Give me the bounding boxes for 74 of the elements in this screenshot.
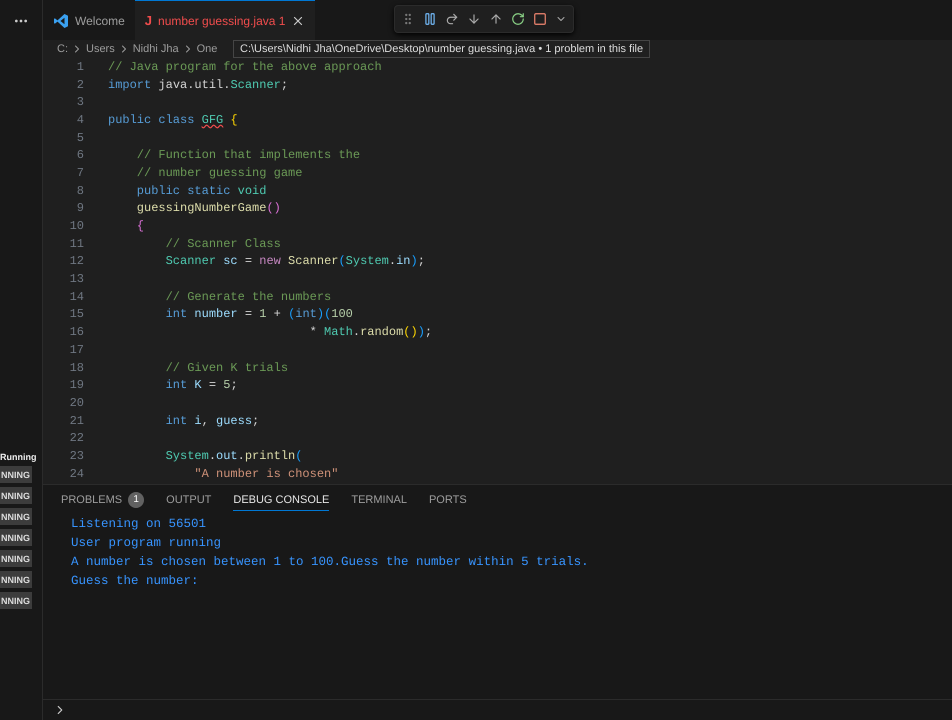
- line-number: 3: [76, 95, 84, 110]
- line-number: 10: [68, 219, 84, 234]
- console-line: Listening on 56501: [71, 517, 208, 533]
- status-badge: NNING: [0, 571, 32, 588]
- step-into-icon[interactable]: [467, 12, 481, 26]
- code-line: System.out.println(: [164, 448, 302, 463]
- code-line: import java.util.Scanner;: [108, 78, 288, 92]
- line-number: 19: [68, 378, 84, 392]
- step-out-icon[interactable]: [489, 12, 503, 26]
- status-badge: NNING: [0, 466, 32, 483]
- status-badge: NNING: [0, 508, 32, 525]
- java-file-icon: J: [144, 13, 152, 28]
- breadcrumb-item[interactable]: One: [196, 43, 218, 55]
- code-line: "A number is chosen": [193, 466, 338, 481]
- code-line: {: [136, 219, 144, 234]
- code-line: public class GFG {: [108, 112, 238, 127]
- panel-tab[interactable]: PORTS: [428, 490, 467, 510]
- status-badge: NNING: [0, 529, 32, 546]
- code-line: int i, guess;: [164, 414, 260, 428]
- code-line: // Scanner Class: [164, 236, 281, 251]
- code-line: int number = 1 + (int)(100: [164, 307, 353, 322]
- line-number: 2: [76, 78, 84, 92]
- code-line: int K = 5;: [164, 378, 238, 392]
- line-number: 13: [68, 272, 84, 286]
- breadcrumb-item[interactable]: Nidhi Jha: [132, 43, 179, 55]
- line-number: 5: [76, 130, 84, 145]
- code-line: // Generate the numbers: [164, 290, 332, 304]
- section-label: Running: [0, 452, 38, 462]
- code-line: * Math.random());: [308, 325, 432, 340]
- breadcrumb-item[interactable]: Users: [86, 43, 115, 55]
- panel-tab[interactable]: OUTPUT: [166, 490, 212, 510]
- line-number: 14: [68, 290, 84, 304]
- status-badge: NNING: [0, 550, 32, 567]
- breadcrumb-item[interactable]: C:: [57, 43, 68, 55]
- line-number: 18: [68, 360, 84, 375]
- restart-icon[interactable]: [511, 12, 525, 26]
- status-badge: NNING: [0, 592, 32, 609]
- count-badge: 1: [128, 492, 144, 508]
- line-number: 1: [76, 60, 84, 74]
- panel-tab[interactable]: DEBUG CONSOLE: [233, 490, 330, 510]
- line-number: 7: [76, 166, 84, 180]
- code-line: // Function that implements the: [136, 148, 360, 162]
- panel-tab[interactable]: PROBLEMS 1: [61, 488, 144, 512]
- line-number: 11: [68, 236, 84, 251]
- line-number: 16: [68, 325, 84, 340]
- console-line: Guess the number:: [71, 574, 200, 590]
- line-number: 24: [68, 466, 84, 481]
- line-number: 4: [76, 112, 84, 127]
- line-number: 23: [68, 448, 84, 463]
- app-logo-icon: [53, 12, 69, 28]
- tooltip: C:\Users\Nidhi Jha\OneDrive\Desktop\number guessing.java • 1 problem in this file: [233, 40, 650, 58]
- code-line: // Java program for the above approach: [108, 60, 382, 74]
- code-line: // number guessing game: [136, 166, 302, 180]
- line-number: 15: [68, 307, 84, 322]
- step-over-icon[interactable]: [445, 12, 459, 26]
- line-number: 12: [68, 254, 84, 268]
- line-number: 22: [68, 431, 84, 446]
- console-line: A number is chosen between 1 to 100.Guess the number within 5 trials.: [71, 555, 590, 571]
- code-line: // Given K trials: [164, 360, 288, 375]
- editor-tab[interactable]: J number guessing.java 1: [134, 0, 316, 40]
- stop-icon[interactable]: [533, 12, 547, 26]
- panel-tab[interactable]: TERMINAL: [351, 490, 407, 510]
- status-badge: NNING: [0, 487, 32, 504]
- line-number: 21: [68, 414, 84, 428]
- line-number: 17: [68, 342, 84, 357]
- line-number: 20: [68, 396, 84, 410]
- line-number: 8: [76, 184, 84, 198]
- code-line: guessingNumberGame(): [136, 201, 281, 216]
- line-number: 6: [76, 148, 84, 162]
- pause-icon[interactable]: [423, 12, 437, 26]
- code-line: public static void: [136, 184, 266, 198]
- code-line: Scanner sc = new Scanner(System.in);: [164, 254, 425, 268]
- console-line: User program running: [71, 536, 222, 552]
- line-number: 9: [76, 201, 84, 216]
